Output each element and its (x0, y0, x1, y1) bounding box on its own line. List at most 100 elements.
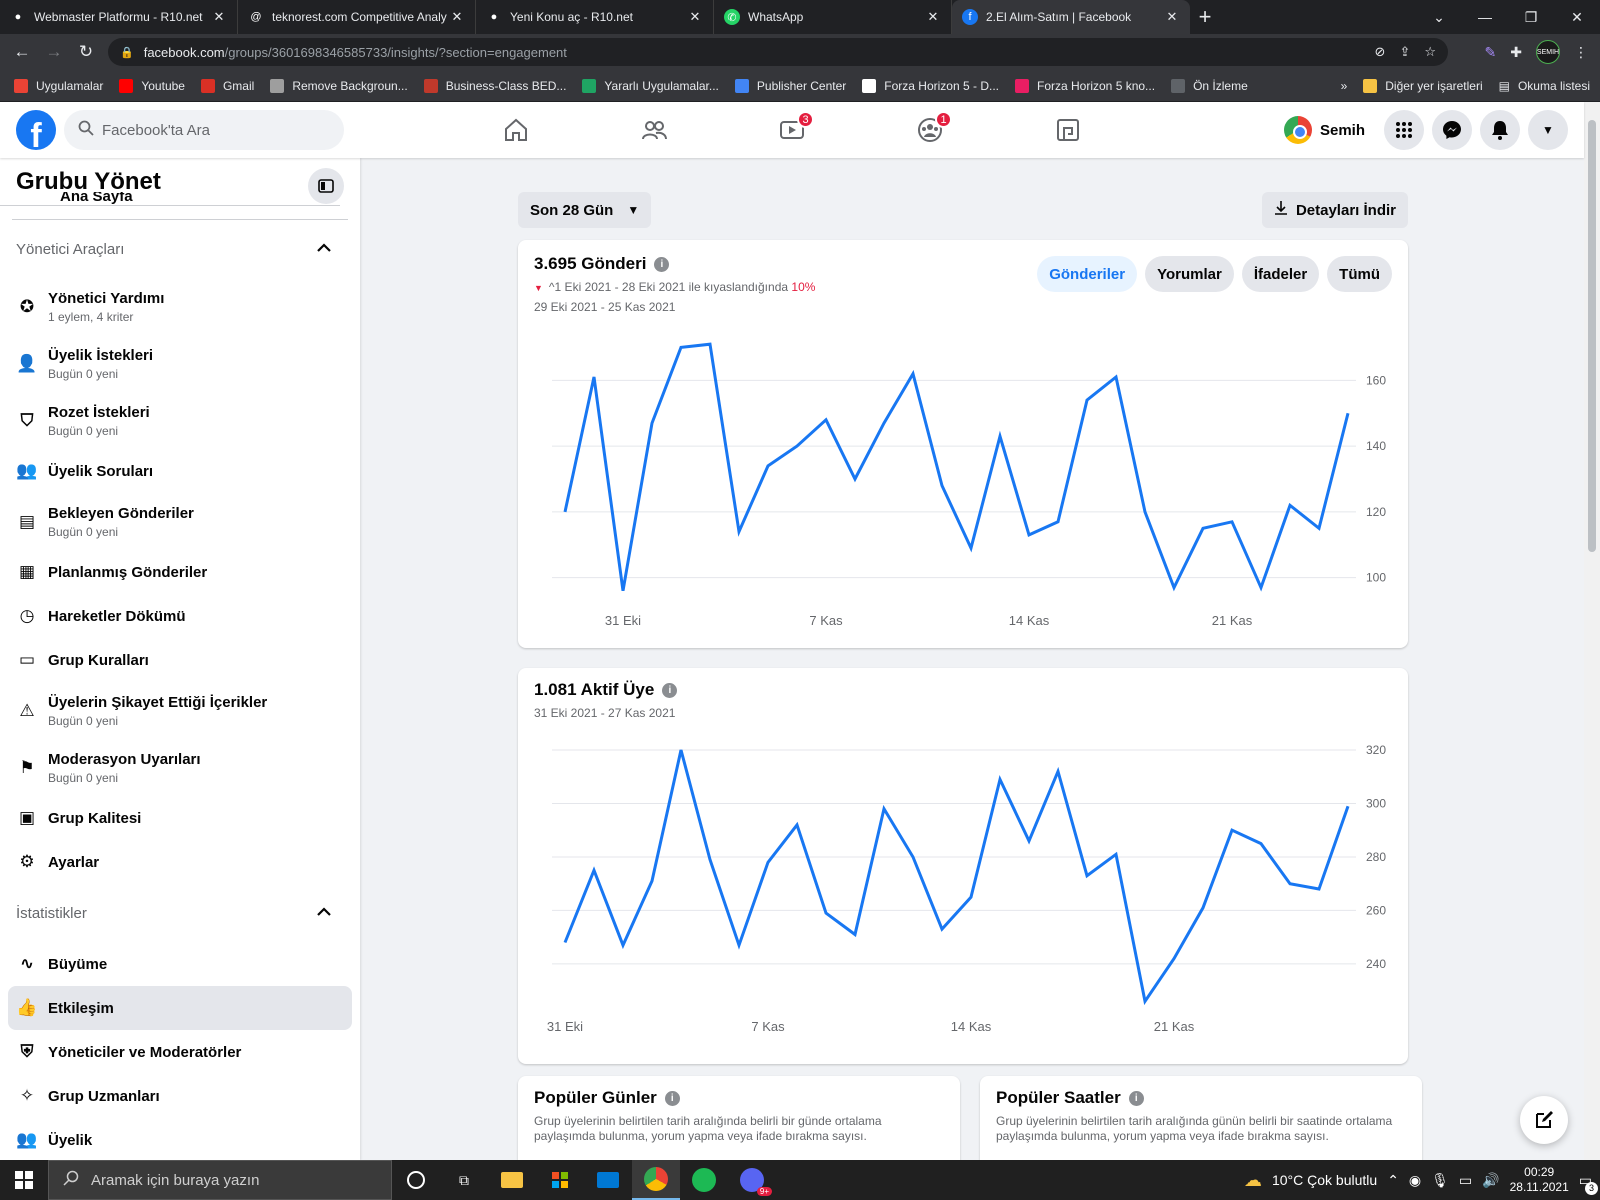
data-point[interactable] (1110, 848, 1122, 860)
spotify-icon[interactable] (680, 1160, 728, 1200)
star-icon[interactable]: ☆ (1424, 44, 1436, 60)
bookmark-item[interactable]: Yararlı Uygulamalar... (582, 78, 719, 93)
bookmark-item[interactable]: Gmail (200, 78, 254, 93)
data-point[interactable] (704, 854, 716, 866)
close-window-button[interactable]: ✕ (1554, 0, 1600, 34)
chevron-up-icon[interactable]: ⌃ (1387, 1172, 1399, 1189)
facebook-logo[interactable]: f (16, 110, 56, 150)
puzzle-extensions-icon[interactable]: ✚ (1510, 44, 1522, 61)
close-tab-icon[interactable]: ✕ (687, 9, 703, 25)
taskbar-clock[interactable]: 00:29 28.11.2021 (1510, 1165, 1569, 1195)
data-point[interactable] (878, 803, 890, 815)
data-point[interactable] (1197, 902, 1209, 914)
sidebar-item[interactable]: ⛨ Yöneticiler ve Moderatörler (0, 1030, 360, 1074)
data-point[interactable] (1139, 995, 1151, 1007)
sidebar-item[interactable]: ⛉ Rozet İstekleri Bugün 0 yeni (0, 392, 360, 449)
browser-tab[interactable]: f 2.El Alım-Satım | Facebook ✕ (952, 0, 1190, 34)
bookmark-item[interactable]: Business-Class BED... (423, 78, 566, 93)
data-point[interactable] (588, 371, 600, 383)
task-view-icon[interactable]: ⧉ (440, 1160, 488, 1200)
data-point[interactable] (849, 473, 861, 485)
watch-nav-icon[interactable]: 3 (762, 102, 822, 158)
data-point[interactable] (1342, 407, 1354, 419)
data-point[interactable] (936, 480, 948, 492)
mail-icon[interactable] (584, 1160, 632, 1200)
weather-cloud-icon[interactable]: ☁ (1244, 1170, 1262, 1191)
bookmarks-more-button[interactable]: » (1341, 79, 1348, 93)
menu-grid-button[interactable] (1384, 110, 1424, 150)
sidebar-item[interactable]: ⚙ Ayarlar (0, 840, 360, 884)
data-point[interactable] (1081, 394, 1093, 406)
bookmark-item[interactable]: Remove Backgroun... (270, 78, 408, 93)
data-point[interactable] (1052, 765, 1064, 777)
sidebar-item[interactable]: ▤ Bekleyen Gönderiler Bugün 0 yeni (0, 493, 360, 550)
data-point[interactable] (907, 368, 919, 380)
data-point[interactable] (820, 907, 832, 919)
data-point[interactable] (1081, 870, 1093, 882)
sidebar-item[interactable]: 👤 Üyelik İstekleri Bugün 0 yeni (0, 335, 360, 392)
file-explorer-icon[interactable] (488, 1160, 536, 1200)
sidebar-item[interactable]: ⚠ Üyelerin Şikayet Ettiği İçerikler Bugün … (0, 682, 360, 739)
sidebar-item[interactable]: ✧ Grup Uzmanları (0, 1074, 360, 1118)
page-scrollbar[interactable] (1584, 102, 1600, 1160)
address-bar[interactable]: 🔒 facebook.com/groups/3601698346585733/i… (108, 38, 1448, 66)
sidebar-item[interactable]: ∿ Büyüme (0, 942, 360, 986)
data-point[interactable] (1313, 522, 1325, 534)
info-icon[interactable]: i (1128, 1090, 1144, 1106)
reading-list-button[interactable]: ▤ Okuma listesi (1499, 79, 1590, 93)
data-point[interactable] (820, 414, 832, 426)
download-details-button[interactable]: Detayları İndir (1261, 192, 1408, 228)
data-point[interactable] (762, 856, 774, 868)
profile-avatar[interactable]: SEMIH (1536, 40, 1560, 64)
info-icon[interactable]: i (664, 1090, 680, 1106)
taskbar-search-input[interactable]: Aramak için buraya yazın (48, 1160, 392, 1200)
minimize-button[interactable]: — (1462, 0, 1508, 34)
data-point[interactable] (646, 875, 658, 887)
user-profile-chip[interactable]: Semih (1284, 112, 1365, 148)
data-point[interactable] (1052, 516, 1064, 528)
sidebar-item[interactable]: ▭ Grup Kuralları (0, 638, 360, 682)
close-tab-icon[interactable]: ✕ (925, 9, 941, 25)
other-bookmarks-folder[interactable]: Diğer yer işaretleri (1363, 79, 1483, 93)
data-point[interactable] (1226, 824, 1238, 836)
data-point[interactable] (1139, 506, 1151, 518)
share-icon[interactable]: ⇪ (1399, 44, 1410, 60)
gaming-nav-icon[interactable] (1038, 102, 1098, 158)
data-point[interactable] (791, 440, 803, 452)
data-point[interactable] (791, 819, 803, 831)
data-point[interactable] (1313, 883, 1325, 895)
home-nav-icon[interactable] (486, 102, 546, 158)
close-tab-icon[interactable]: ✕ (1164, 9, 1180, 25)
browser-tab[interactable]: ✆ WhatsApp ✕ (714, 0, 952, 34)
data-point[interactable] (1197, 522, 1209, 534)
data-point[interactable] (1284, 499, 1296, 511)
browser-tab[interactable]: @ teknorest.com Competitive Analy ✕ (238, 0, 476, 34)
data-point[interactable] (617, 939, 629, 951)
data-point[interactable] (733, 526, 745, 538)
data-point[interactable] (936, 923, 948, 935)
data-point[interactable] (1110, 371, 1122, 383)
data-point[interactable] (762, 460, 774, 472)
data-point[interactable] (1168, 953, 1180, 965)
data-point[interactable] (675, 744, 687, 756)
statistics-section[interactable]: İstatistikler (0, 884, 360, 942)
pen-extension-icon[interactable]: ✎ (1485, 44, 1497, 61)
data-point[interactable] (907, 851, 919, 863)
admin-tools-section[interactable]: Yönetici Araçları (0, 220, 360, 278)
data-point[interactable] (733, 939, 745, 951)
kebab-menu-icon[interactable]: ⋮ (1574, 44, 1588, 61)
restore-button[interactable]: ❐ (1508, 0, 1554, 34)
network-icon[interactable]: ▭ (1459, 1172, 1472, 1189)
data-point[interactable] (1023, 529, 1035, 541)
sidebar-item-home[interactable]: Ana Sayfa (12, 192, 348, 220)
data-point[interactable] (878, 417, 890, 429)
data-point[interactable] (559, 937, 571, 949)
discord-icon[interactable]: 9+ (728, 1160, 776, 1200)
back-button[interactable]: ← (6, 42, 38, 62)
data-point[interactable] (559, 506, 571, 518)
data-point[interactable] (849, 928, 861, 940)
camera-icon[interactable]: ◉ (1409, 1172, 1421, 1189)
data-point[interactable] (675, 341, 687, 353)
chrome-taskbar-icon[interactable] (632, 1160, 680, 1200)
store-icon[interactable] (536, 1160, 584, 1200)
